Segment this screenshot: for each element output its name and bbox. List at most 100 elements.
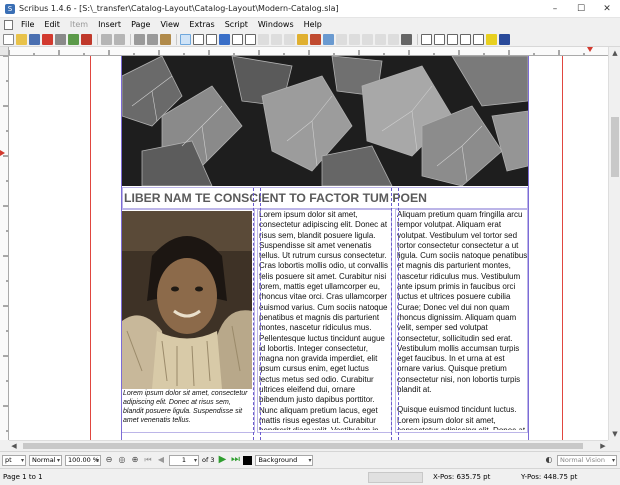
undo-icon[interactable]	[101, 33, 112, 45]
first-page-icon[interactable]: ⏮	[143, 455, 153, 465]
body-text-column-1[interactable]: Lorem ipsum dolor sit amet, consectetur …	[259, 210, 390, 430]
redo-icon[interactable]	[114, 33, 125, 45]
photo-caption[interactable]: Lorem ipsum dolor sit amet, consectetur …	[122, 389, 252, 433]
ruler-corner[interactable]	[0, 47, 9, 56]
zoom-icon[interactable]	[323, 33, 334, 45]
column-guide[interactable]	[391, 188, 392, 440]
margin-guide-left[interactable]	[121, 56, 122, 440]
margin-guide-right[interactable]	[528, 56, 529, 440]
scroll-up-icon[interactable]: ▲	[609, 47, 620, 59]
pdf-field-icon[interactable]	[434, 33, 445, 45]
zoom-100-icon[interactable]: ◎	[117, 455, 127, 465]
scroll-left-icon[interactable]: ◀	[9, 441, 19, 451]
polygon-icon[interactable]	[258, 33, 269, 45]
main-toolbar	[0, 32, 620, 47]
layer-select[interactable]: Background	[255, 454, 314, 466]
pdf-link-icon[interactable]	[499, 33, 510, 45]
preflight-icon[interactable]	[68, 33, 79, 45]
copy-icon[interactable]	[147, 33, 158, 45]
vision-mode-select[interactable]: Normal Vision	[557, 454, 617, 466]
copy-properties-icon[interactable]	[388, 33, 399, 45]
toolbar-separator	[176, 33, 177, 45]
horizontal-scroll-thumb[interactable]	[23, 443, 583, 449]
pdf-icon[interactable]	[81, 33, 92, 45]
body-text-column-2[interactable]: Aliquam pretium quam fringilla arcu temp…	[397, 210, 528, 430]
column-guide[interactable]	[260, 188, 261, 440]
document-canvas[interactable]: LIBER NAM TE CONSCIENT TO FACTOR TUM POE…	[9, 56, 608, 440]
next-page-icon[interactable]: ▶	[217, 455, 227, 465]
previous-page-icon[interactable]: ◀	[156, 455, 166, 465]
bezier-icon[interactable]	[284, 33, 295, 45]
last-page-icon[interactable]: ⏭	[230, 455, 240, 465]
menu-edit[interactable]: Edit	[39, 18, 65, 32]
zoom-in-icon[interactable]: ⊕	[130, 455, 140, 465]
vertical-ruler[interactable]	[0, 56, 9, 440]
document-page[interactable]: LIBER NAM TE CONSCIENT TO FACTOR TUM POE…	[9, 56, 608, 440]
layer-color-swatch	[243, 455, 253, 465]
menu-page[interactable]: Page	[126, 18, 155, 32]
edit-contents-icon[interactable]	[336, 33, 347, 45]
menu-extras[interactable]: Extras	[184, 18, 219, 32]
close-button[interactable]: ✕	[594, 0, 620, 18]
x-position-value: 635.75 pt	[456, 473, 491, 481]
column-2-paragraph-1: Aliquam pretium quam fringilla arcu temp…	[397, 210, 528, 395]
page-edge-guide-left[interactable]	[90, 56, 91, 440]
page-edge-guide-right[interactable]	[562, 56, 563, 440]
zoom-out-icon[interactable]: ⊖	[104, 455, 114, 465]
link-frames-icon[interactable]	[349, 33, 360, 45]
portrait-photo	[122, 211, 252, 389]
new-icon[interactable]	[3, 33, 14, 45]
menu-help[interactable]: Help	[299, 18, 327, 32]
column-guide[interactable]	[398, 188, 399, 440]
table-icon[interactable]	[232, 33, 243, 45]
unit-select[interactable]: pt	[2, 454, 26, 466]
paste-icon[interactable]	[160, 33, 171, 45]
eyedropper-icon[interactable]	[401, 33, 412, 45]
minimize-button[interactable]: –	[542, 0, 568, 18]
preview-mode-icon[interactable]: ◐	[544, 455, 554, 465]
horizontal-ruler[interactable]	[9, 47, 611, 56]
text-frame-icon[interactable]	[193, 33, 204, 45]
save-icon[interactable]	[29, 33, 40, 45]
rotate-icon[interactable]	[310, 33, 321, 45]
measure-icon[interactable]	[375, 33, 386, 45]
render-frame-icon[interactable]	[219, 33, 230, 45]
menu-item[interactable]: Item	[65, 18, 93, 32]
display-mode-select[interactable]: Normal	[29, 454, 62, 466]
horizontal-scrollbar[interactable]: ◀ ▶	[9, 440, 608, 450]
menu-file[interactable]: File	[16, 18, 39, 32]
pdf-checkbox-icon[interactable]	[447, 33, 458, 45]
vertical-scrollbar[interactable]: ▲ ▼	[608, 47, 620, 440]
line-icon[interactable]	[271, 33, 282, 45]
unlink-frames-icon[interactable]	[362, 33, 373, 45]
scroll-right-icon[interactable]: ▶	[598, 441, 608, 451]
column-guide[interactable]	[253, 188, 254, 440]
menu-insert[interactable]: Insert	[93, 18, 126, 32]
maximize-button[interactable]: ☐	[568, 0, 594, 18]
scroll-down-icon[interactable]: ▼	[609, 428, 620, 440]
menu-script[interactable]: Script	[220, 18, 253, 32]
pdf-annotation-icon[interactable]	[486, 33, 497, 45]
select-icon[interactable]	[180, 33, 191, 45]
page-count-label: of 3	[202, 456, 215, 464]
headline-text-frame[interactable]: LIBER NAM TE CONSCIENT TO FACTOR TUM POE…	[122, 187, 528, 209]
x-position-readout: X-Pos: 635.75 pt	[433, 473, 521, 481]
close-doc-icon[interactable]	[42, 33, 53, 45]
shape-icon[interactable]	[245, 33, 256, 45]
pdf-button-icon[interactable]	[421, 33, 432, 45]
leaves-photo	[122, 56, 528, 186]
page-number-select[interactable]: 1	[169, 454, 199, 466]
cut-icon[interactable]	[134, 33, 145, 45]
print-icon[interactable]	[55, 33, 66, 45]
freehand-icon[interactable]	[297, 33, 308, 45]
menu-view[interactable]: View	[155, 18, 184, 32]
zoom-input[interactable]: 100.00 %	[65, 454, 101, 466]
portrait-image-frame[interactable]	[122, 211, 252, 389]
leaves-image-frame[interactable]	[122, 56, 528, 186]
pdf-combo-icon[interactable]	[460, 33, 471, 45]
image-frame-icon[interactable]	[206, 33, 217, 45]
vertical-scroll-thumb[interactable]	[611, 117, 619, 177]
pdf-list-icon[interactable]	[473, 33, 484, 45]
menu-windows[interactable]: Windows	[253, 18, 299, 32]
open-icon[interactable]	[16, 33, 27, 45]
